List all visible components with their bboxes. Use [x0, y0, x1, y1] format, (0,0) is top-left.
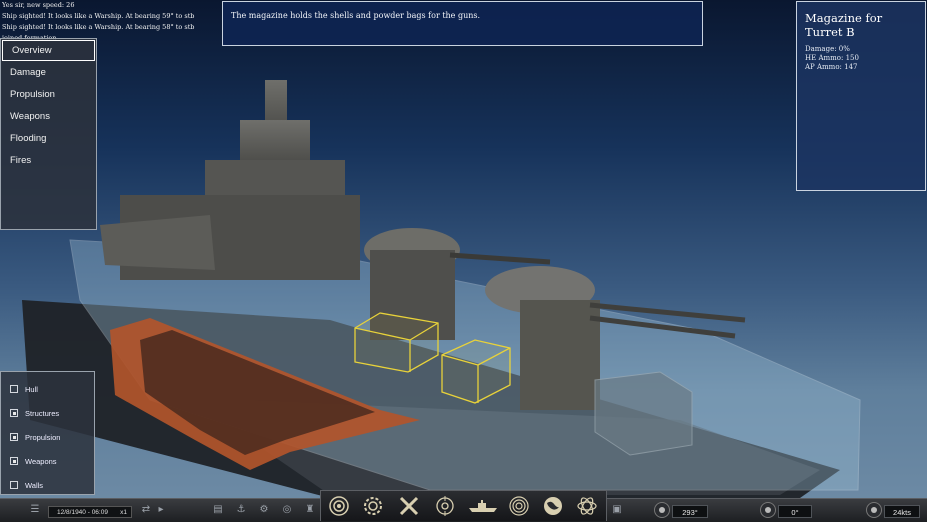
radar-icon[interactable] [507, 494, 531, 518]
gear-wheel-icon[interactable] [361, 494, 385, 518]
rudder-readout: 0° [778, 505, 812, 518]
layer-label: Walls [25, 480, 44, 490]
layer-propulsion[interactable]: Propulsion [1, 425, 94, 449]
weapons-checkbox[interactable] [10, 457, 18, 465]
menu-item-fires[interactable]: Fires [1, 150, 96, 172]
crosshair-icon[interactable] [433, 494, 457, 518]
main-toolbar [320, 490, 607, 521]
menu-item-flooding[interactable]: Flooding [1, 128, 96, 150]
menu-item-weapons[interactable]: Weapons [1, 106, 96, 128]
crew-icon[interactable]: ♜ [304, 504, 316, 516]
walls-checkbox[interactable] [10, 481, 18, 489]
propulsion-checkbox[interactable] [10, 433, 18, 441]
layer-label: Hull [25, 384, 38, 394]
rudder-icon [760, 502, 776, 518]
menu-icon[interactable]: ☰ [29, 504, 41, 516]
ship-3d-view[interactable] [0, 0, 927, 521]
anchor-icon[interactable]: ⚓ [235, 504, 247, 516]
info-message-panel: The magazine holds the shells and powder… [222, 1, 703, 46]
layer-label: Propulsion [25, 432, 61, 442]
ap-ammo-readout: AP Ammo: 147 [805, 63, 858, 71]
turret-b-barbette [520, 300, 600, 410]
layer-label: Structures [25, 408, 60, 418]
log-line: Ship sighted! It looks like a Warship. A… [2, 23, 195, 31]
speed-readout: 24kts [884, 505, 920, 518]
layer-walls[interactable]: Walls [1, 473, 94, 497]
time-speed-up-icon[interactable]: ▸ [155, 504, 167, 516]
crossed-swords-icon[interactable] [397, 494, 421, 518]
damage-readout: Damage: 0% [805, 45, 850, 53]
date-text: 12/8/1940 - 06:09 [57, 509, 108, 516]
he-ammo-readout: HE Ammo: 150 [805, 54, 859, 62]
menu-item-damage[interactable]: Damage [1, 62, 96, 84]
save-icon[interactable]: ▣ [611, 504, 623, 516]
settings-icon[interactable]: ⚙ [258, 504, 270, 516]
turret-a-guns [449, 252, 551, 265]
info-message-text: The magazine holds the shells and powder… [231, 11, 481, 20]
menu-item-propulsion[interactable]: Propulsion [1, 84, 96, 106]
book-icon[interactable]: ▤ [212, 504, 224, 516]
sonar-icon[interactable] [327, 494, 351, 518]
atom-icon[interactable] [575, 494, 599, 518]
engine-telegraph-icon [866, 502, 882, 518]
compass-icon [654, 502, 670, 518]
log-line: Yes sir, new speed: 26 [2, 1, 75, 9]
aft-structure [100, 215, 215, 270]
layer-label: Weapons [25, 456, 57, 466]
ship-silhouette-icon[interactable] [467, 494, 499, 518]
compartment-details-panel: Magazine for Turret B Damage: 0% HE Ammo… [796, 1, 926, 191]
binoculars-icon[interactable]: ◎ [281, 504, 293, 516]
structures-checkbox[interactable] [10, 409, 18, 417]
log-line: Ship sighted! It looks like a Warship. A… [2, 12, 195, 20]
layer-structures[interactable]: Structures [1, 401, 94, 425]
hull-checkbox[interactable] [10, 385, 18, 393]
layer-weapons[interactable]: Weapons [1, 449, 94, 473]
layer-hull[interactable]: Hull [1, 377, 94, 401]
heading-readout: 293° [672, 505, 708, 518]
date-time-display: 12/8/1940 - 06:09 x1 [48, 506, 132, 518]
layer-toggle-panel: Hull Structures Propulsion Weapons Walls [0, 371, 95, 495]
view-mode-menu: Overview Damage Propulsion Weapons Flood… [0, 38, 97, 230]
compartment-title: Magazine for Turret B [805, 11, 883, 39]
time-multiplier[interactable]: x1 [120, 507, 127, 519]
globe-icon[interactable] [541, 494, 565, 518]
time-speed-icon[interactable]: ⇄ [140, 504, 152, 516]
menu-item-overview[interactable]: Overview [2, 40, 95, 61]
